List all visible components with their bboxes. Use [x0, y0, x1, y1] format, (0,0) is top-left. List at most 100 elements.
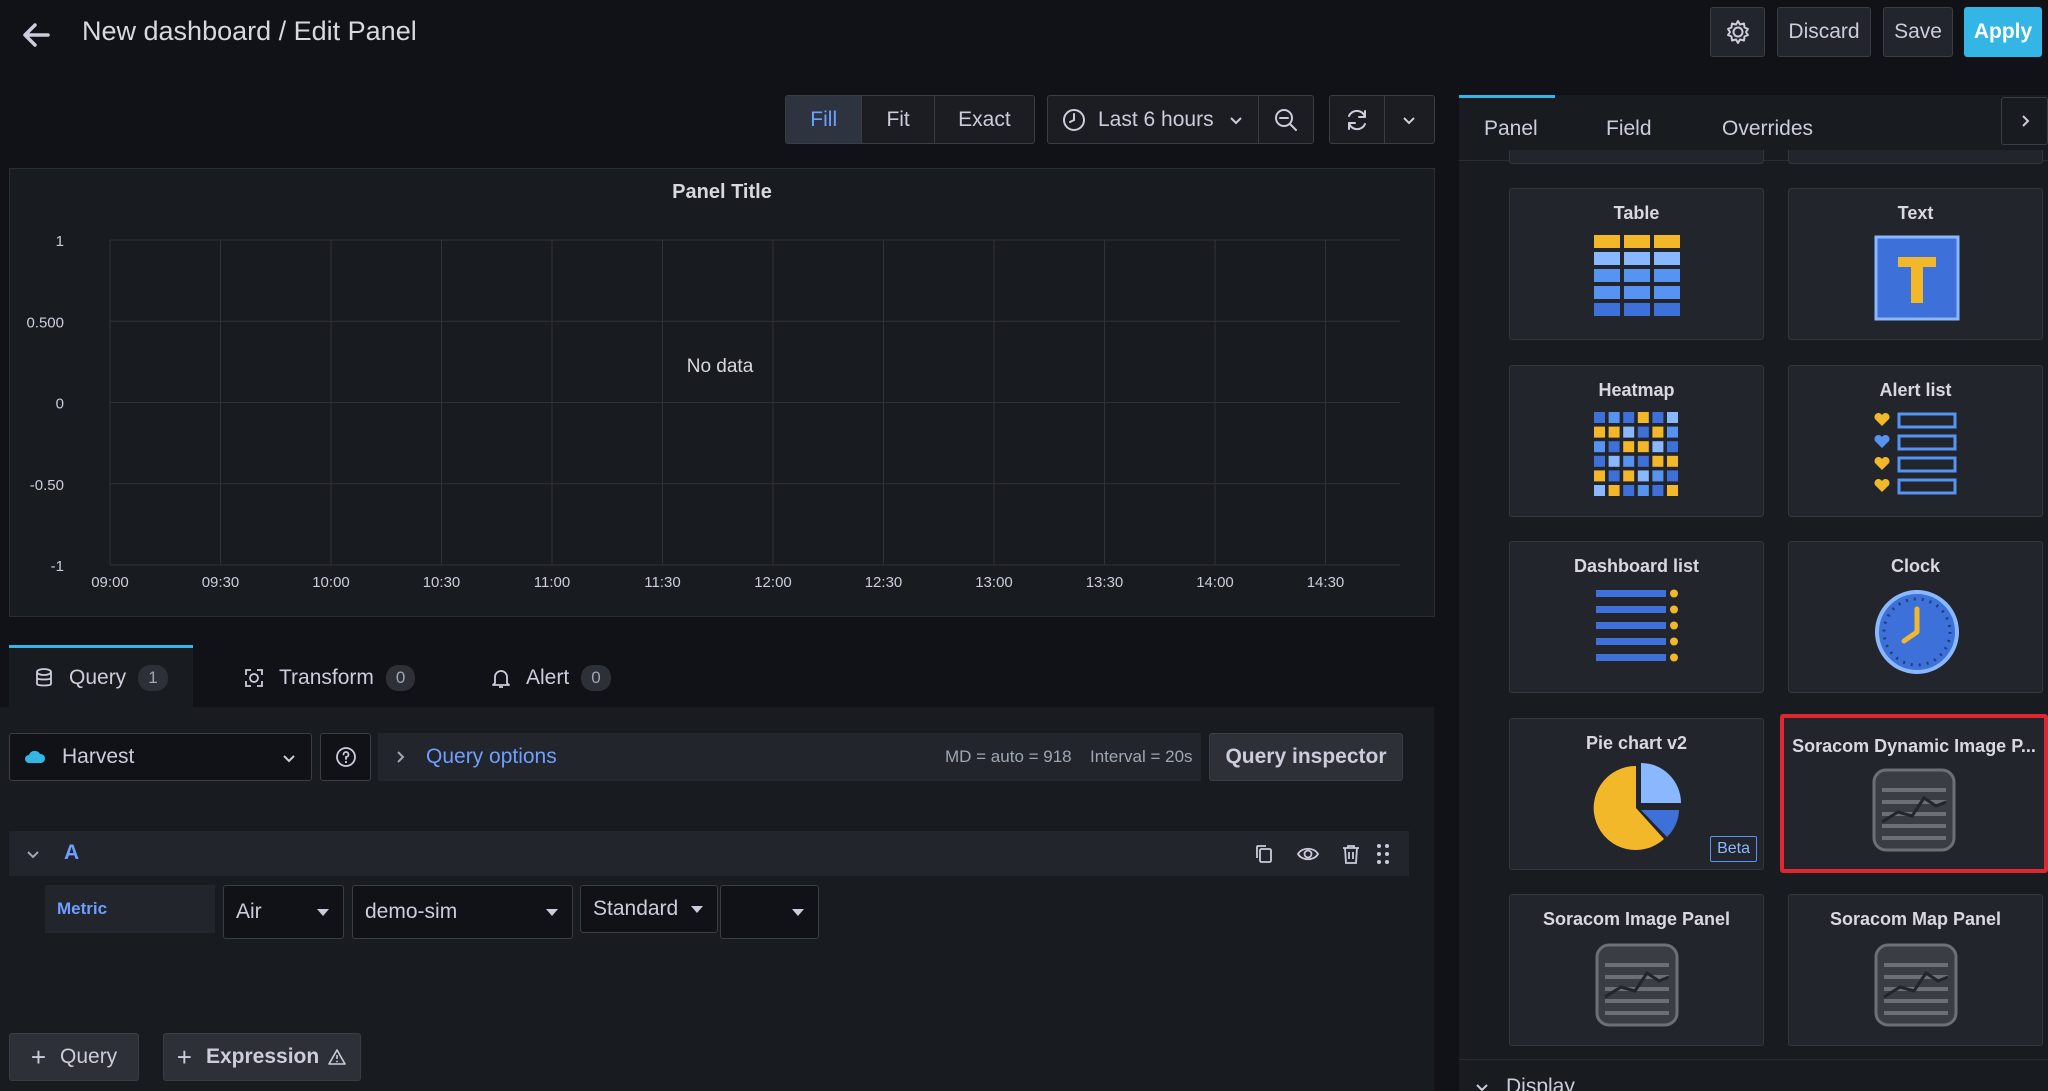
y-tick-label: -1 [51, 558, 64, 575]
section-divider [1459, 1059, 2048, 1060]
y-tick-label: 0 [56, 396, 64, 413]
interval-info: Interval = 20s [1090, 747, 1193, 766]
heatmap-icon-cell [1608, 412, 1620, 423]
viz-tile-label: Soracom Image Panel [1542, 909, 1731, 929]
bell-icon [492, 670, 510, 688]
display-section-header[interactable]: Display [1474, 1075, 1575, 1091]
save-button[interactable]: Save [1883, 7, 1953, 57]
table-icon [1594, 235, 1680, 316]
viz-tile-soracom-dynamic-image[interactable]: Soracom Dynamic Image P... [1780, 714, 2048, 873]
viz-tile-partial[interactable] [1788, 150, 2043, 164]
x-tick-label: 13:00 [975, 574, 1013, 591]
extra-select[interactable] [720, 885, 819, 939]
viz-tile-partial[interactable] [1509, 150, 1764, 164]
settings-button[interactable] [1710, 7, 1765, 57]
heatmap-icon-cell [1667, 485, 1678, 496]
metric-label: Metric [45, 885, 215, 933]
viz-tile-pie-chart[interactable]: Pie chart v2 Beta [1509, 718, 1764, 870]
datasource-help-button[interactable] [320, 733, 371, 781]
view-mode-toggle: Fill Fit Exact [785, 95, 1035, 144]
image-panel-icon [1874, 943, 1958, 1027]
text-icon [1874, 235, 1960, 321]
caret-down-icon [317, 909, 329, 916]
caret-down-icon [546, 909, 558, 916]
datasource-picker[interactable]: Harvest [9, 733, 312, 781]
query-row-label[interactable]: A [64, 841, 79, 865]
x-tick-label: 13:30 [1086, 574, 1124, 591]
viz-tile-soracom-image[interactable]: Soracom Image Panel [1509, 894, 1764, 1046]
heatmap-icon-cell [1652, 441, 1664, 453]
eye-icon[interactable] [1296, 843, 1320, 865]
add-expression-button[interactable]: + Expression [163, 1033, 361, 1081]
drag-handle-icon[interactable] [1376, 843, 1390, 865]
tab-transform-label: Transform [279, 666, 374, 689]
apply-button[interactable]: Apply [1964, 7, 2042, 57]
heatmap-icon-cell [1667, 412, 1678, 423]
sim-select[interactable]: demo-sim [352, 885, 573, 939]
add-query-label: Query [60, 1045, 118, 1068]
viz-tile-text[interactable]: Text [1788, 188, 2043, 340]
panel-preview: Panel Title 1 0.500 0 -0.50 -1 09:00 09:30 10:0… [9, 168, 1435, 617]
metric-type-select[interactable]: Air [223, 885, 344, 939]
viz-tile-dashboard-list[interactable]: Dashboard list [1509, 541, 1764, 693]
graph-chart: 1 0.500 0 -0.50 -1 09:00 09:30 10:00 10:30 11:00 1… [26, 233, 1400, 591]
heatmap-icon-cell [1594, 412, 1605, 423]
viz-tile-soracom-map[interactable]: Soracom Map Panel [1788, 894, 2043, 1046]
tab-query-label: Query [69, 666, 127, 689]
viz-tile-label: Dashboard list [1573, 556, 1700, 576]
heatmap-icon-cell [1623, 470, 1635, 482]
viz-tile-label: Pie chart v2 [1585, 733, 1688, 753]
chevron-down-icon [1229, 116, 1242, 124]
x-tick-label: 12:30 [865, 574, 903, 591]
chevron-right-icon [2021, 115, 2029, 127]
discard-button[interactable]: Discard [1777, 7, 1871, 57]
tab-alert[interactable]: Alert 0 [490, 648, 611, 708]
heatmap-icon [1594, 412, 1678, 496]
x-tick-label: 14:00 [1196, 574, 1234, 591]
collapse-row-icon[interactable] [25, 846, 41, 862]
zoom-out-button[interactable] [1259, 96, 1313, 143]
x-tick-label: 09:00 [91, 574, 129, 591]
query-inspector-button[interactable]: Query inspector [1209, 733, 1403, 781]
heatmap-icon-cell [1652, 470, 1664, 482]
fill-option[interactable]: Fill [786, 96, 863, 143]
chevron-right-icon [397, 751, 405, 763]
time-range-button[interactable]: Last 6 hours [1048, 96, 1260, 143]
add-query-button[interactable]: + Query [9, 1033, 139, 1081]
heatmap-icon-cell [1637, 441, 1649, 453]
exact-option[interactable]: Exact [935, 96, 1034, 143]
tab-transform-count: 0 [385, 665, 416, 691]
refresh-button[interactable] [1330, 96, 1385, 143]
viz-tile-clock[interactable]: Clock [1788, 541, 2043, 693]
refresh-interval-dropdown[interactable] [1385, 96, 1434, 143]
tab-alert-count: 0 [581, 665, 611, 691]
heatmap-icon-cell [1652, 485, 1664, 496]
viz-tile-label: Soracom Map Panel [1829, 909, 2002, 929]
x-tick-label: 10:30 [423, 574, 461, 591]
pie-chart-icon [1593, 763, 1681, 850]
help-icon [335, 747, 356, 767]
back-button[interactable] [18, 16, 56, 54]
time-range-label: Last 6 hours [1098, 107, 1214, 131]
viz-tile-label: Table [1613, 203, 1660, 223]
max-data-points-info: MD = auto = 918 [945, 747, 1072, 766]
cloud-icon [25, 750, 46, 763]
query-options-bar[interactable]: Query options MD = auto = 918 Interval =… [378, 733, 1201, 781]
heatmap-icon-cell [1608, 455, 1620, 467]
tab-query[interactable]: Query 1 [33, 648, 168, 708]
viz-tile-heatmap[interactable]: Heatmap [1509, 365, 1764, 517]
tab-alert-label: Alert [526, 666, 570, 689]
duplicate-query-icon[interactable] [1253, 843, 1275, 865]
plan-select[interactable]: Standard [580, 885, 718, 933]
viz-tile-table[interactable]: Table [1509, 188, 1764, 340]
time-picker: Last 6 hours [1047, 95, 1314, 144]
fit-option[interactable]: Fit [862, 96, 935, 143]
collapse-options-button[interactable] [2001, 97, 2048, 145]
viz-tile-alert-list[interactable]: Alert list [1788, 365, 2043, 517]
x-tick-label: 14:30 [1307, 574, 1345, 591]
trash-icon[interactable] [1340, 843, 1362, 865]
query-row-header [9, 831, 1409, 876]
caret-down-icon [691, 906, 703, 913]
heatmap-icon-cell [1667, 455, 1678, 467]
tab-transform[interactable]: Transform 0 [243, 648, 416, 708]
